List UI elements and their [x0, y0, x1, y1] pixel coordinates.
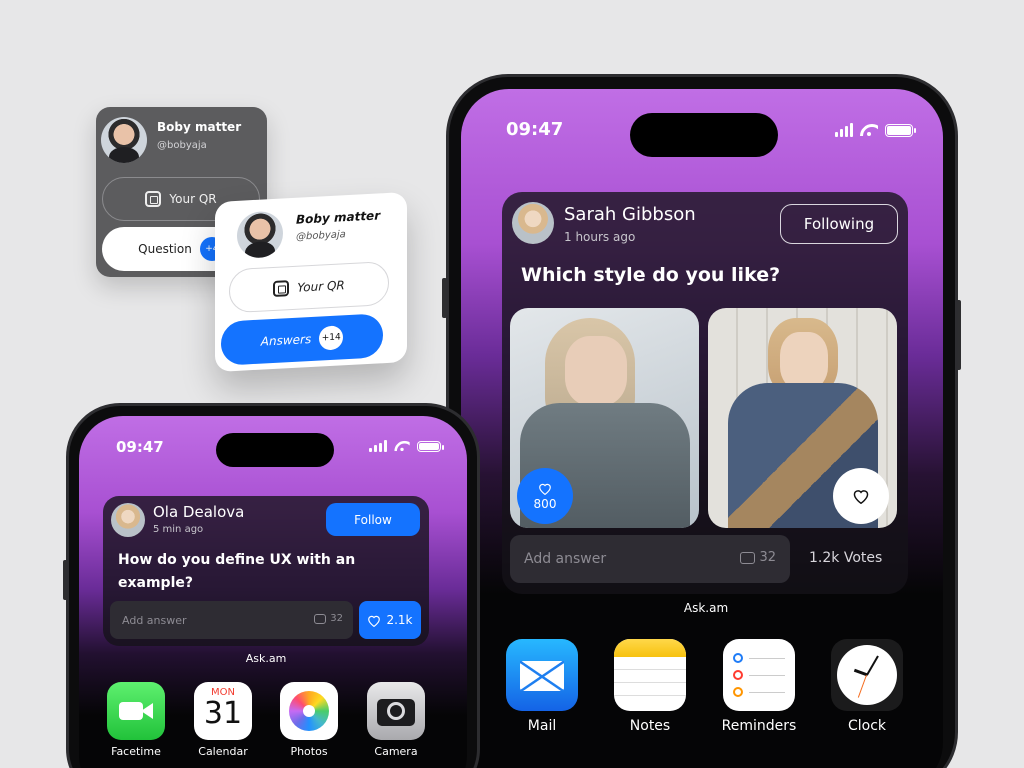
your-qr-label: Your QR [297, 278, 345, 295]
app-label-notes: Notes [629, 718, 671, 734]
home-screen: 09:47 Ola Dealova 5 min ago Follow How d… [79, 416, 467, 768]
user-name: Ola Dealova [153, 503, 245, 521]
avatar [101, 117, 147, 163]
answer-input[interactable]: Add answer 32 [510, 535, 790, 583]
qr-icon [145, 191, 162, 207]
heart-icon [538, 482, 552, 495]
like-button[interactable]: 800 [517, 468, 573, 524]
notes-icon[interactable] [614, 639, 686, 711]
user-name: Sarah Gibbson [564, 204, 696, 225]
app-label-calendar: Calendar [198, 745, 248, 758]
profile-name: Boby matter [157, 120, 242, 134]
answer-input[interactable]: Add answer 32 [110, 601, 353, 639]
post-time: 5 min ago [153, 524, 204, 535]
your-qr-button[interactable]: Your QR [229, 260, 389, 314]
signal-icon [369, 440, 387, 452]
status-icons [835, 123, 916, 137]
comment-count-value: 32 [330, 613, 343, 624]
option-photo-1[interactable]: 800 [510, 308, 699, 528]
question-text: How do you define UX with an example? [118, 552, 356, 591]
app-label-facetime: Facetime [111, 745, 161, 758]
heart-icon [852, 488, 870, 505]
question-text: Which style do you like? [521, 264, 781, 286]
votes-count: 1.2k Votes [809, 550, 883, 566]
app-label-reminders: Reminders [721, 718, 797, 734]
dynamic-island [630, 113, 778, 157]
phone-small: 09:47 Ola Dealova 5 min ago Follow How d… [66, 403, 480, 768]
ask-widget[interactable]: Sarah Gibbson 1 hours ago Following Whic… [502, 192, 908, 594]
option-photo-2[interactable] [708, 308, 897, 528]
ask-widget[interactable]: Ola Dealova 5 min ago Follow How do you … [103, 496, 429, 646]
mail-icon[interactable] [506, 639, 578, 711]
widget-label: Ask.am [245, 652, 287, 665]
dynamic-island [216, 433, 334, 467]
signal-icon [835, 123, 853, 137]
post-time: 1 hours ago [564, 230, 636, 244]
comment-count: 32 [740, 550, 776, 565]
reminders-icon[interactable] [723, 639, 795, 711]
status-time: 09:47 [116, 438, 164, 456]
status-icons [369, 440, 444, 452]
facetime-icon[interactable] [107, 682, 165, 740]
camera-icon[interactable] [367, 682, 425, 740]
answers-count-badge: +14 [319, 325, 344, 351]
following-button[interactable]: Following [780, 204, 898, 244]
wifi-icon [860, 124, 878, 136]
wifi-icon [394, 441, 409, 452]
home-screen: 09:47 Sarah Gibbson 1 hours ago Followin… [461, 89, 943, 768]
avatar [111, 503, 145, 537]
comment-count: 32 [314, 613, 343, 624]
qr-icon [273, 280, 290, 297]
like-count: 2.1k [386, 613, 413, 627]
avatar [237, 210, 283, 259]
like-count: 800 [533, 496, 557, 511]
like-button[interactable] [833, 468, 889, 524]
profile-card-light: Boby matter @bobyaja Your QR Answers +14 [215, 191, 407, 373]
follow-button[interactable]: Follow [326, 503, 420, 536]
heart-icon [367, 614, 381, 627]
profile-handle: @bobyaja [157, 140, 207, 151]
battery-icon [885, 123, 916, 137]
widget-label: Ask.am [683, 601, 729, 615]
status-time: 09:47 [506, 119, 564, 140]
comment-icon [314, 613, 327, 624]
app-label-photos: Photos [290, 745, 328, 758]
profile-handle: @bobyaja [296, 229, 346, 243]
calendar-icon[interactable]: MON 31 [194, 682, 252, 740]
answer-placeholder: Add answer [524, 551, 607, 567]
answers-label: Answers [260, 331, 312, 349]
your-qr-label: Your QR [169, 192, 217, 206]
battery-icon [417, 440, 444, 452]
app-label-clock: Clock [847, 718, 887, 734]
calendar-day: 31 [203, 696, 243, 731]
question-label: Question [138, 242, 192, 256]
app-label-mail: Mail [527, 718, 557, 734]
photos-icon[interactable] [280, 682, 338, 740]
answers-button[interactable]: Answers +14 [221, 313, 383, 366]
comment-icon [740, 551, 756, 564]
app-label-camera: Camera [374, 745, 418, 758]
profile-name: Boby matter [296, 208, 381, 227]
like-button[interactable]: 2.1k [359, 601, 421, 639]
phone-large: 09:47 Sarah Gibbson 1 hours ago Followin… [446, 74, 958, 768]
clock-icon[interactable] [831, 639, 903, 711]
answer-placeholder: Add answer [122, 613, 187, 627]
comment-count-value: 32 [759, 550, 776, 565]
avatar [512, 202, 554, 244]
